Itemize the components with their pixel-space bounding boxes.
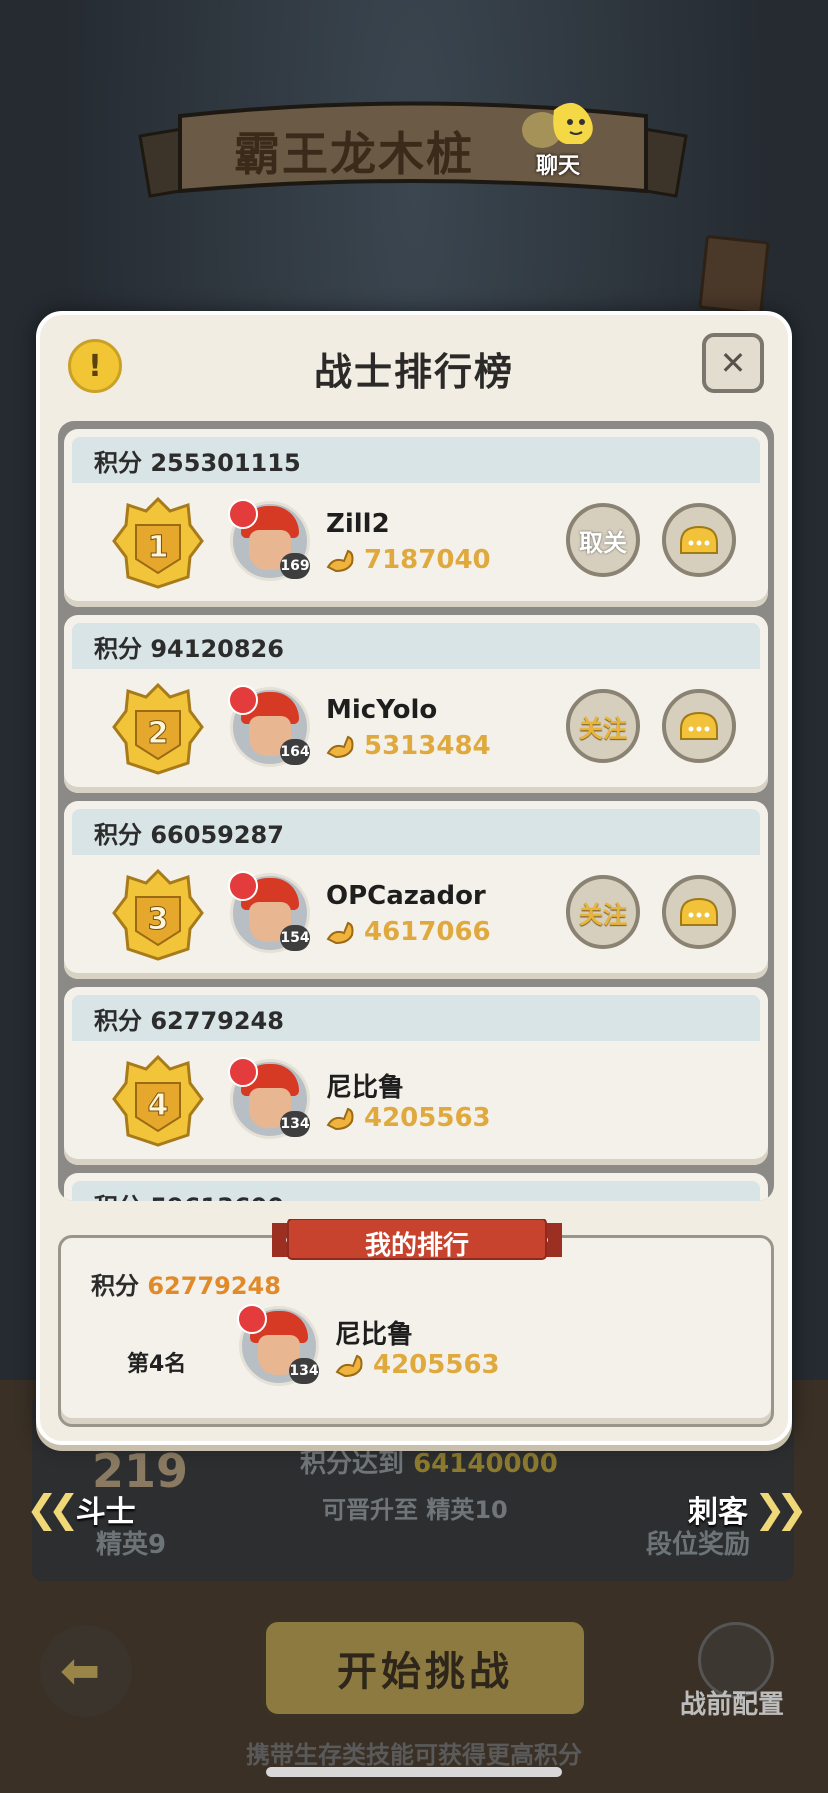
- chat-bubble-icon: [680, 525, 718, 554]
- clan-badge-icon: [228, 871, 258, 901]
- rank-medal-icon: 2: [112, 682, 204, 775]
- clan-badge-icon: [228, 685, 258, 715]
- flexed-arm-icon: [326, 921, 354, 945]
- power-row: 5313484: [326, 731, 491, 761]
- score-label: 积分: [94, 1007, 142, 1035]
- clan-badge-icon: [228, 1057, 258, 1087]
- prev-class-label: 斗士: [75, 1495, 136, 1530]
- promotion-target: 可晋升至 精英10: [322, 1496, 508, 1524]
- double-chevron-right-icon: ❯❯: [754, 1487, 808, 1531]
- notice-sign[interactable]: [698, 234, 770, 316]
- chat-bubble-button[interactable]: [662, 875, 736, 949]
- chat-bubble-button[interactable]: [662, 503, 736, 577]
- rank-medal-icon: 3: [112, 868, 204, 961]
- flexed-arm-icon: [326, 549, 354, 573]
- list-item: 积分 59613600: [64, 1173, 768, 1201]
- close-icon: ✕: [719, 344, 747, 382]
- flexed-arm-icon: [326, 735, 354, 759]
- list-item: 积分 255301115 1 169 Zill2 7187040 取关: [64, 429, 768, 607]
- player-level: 169: [280, 553, 310, 579]
- panel-title: 战士排行榜: [313, 350, 514, 394]
- rank-number: 1: [148, 530, 169, 565]
- score-value: 62779248: [150, 1007, 284, 1035]
- score-label: 积分: [91, 1272, 139, 1300]
- score-label: 积分: [94, 635, 142, 663]
- my-score-value: 62779248: [147, 1272, 281, 1300]
- my-rank-ribbon: 我的排行: [272, 1219, 562, 1261]
- my-rank-heading: 我的排行: [364, 1231, 469, 1261]
- start-challenge-button[interactable]: 开始挑战: [262, 1618, 588, 1718]
- rank-number: 4: [148, 1088, 169, 1123]
- pre-battle-config-button[interactable]: 战前配置: [680, 1622, 784, 1722]
- home-indicator[interactable]: [266, 1767, 562, 1777]
- power-value: 5313484: [364, 731, 491, 761]
- list-item: 积分 66059287 3 154 OPCazador 4617066 关注: [64, 801, 768, 979]
- promotion-requirement: 积分达到 64140000: [300, 1443, 558, 1480]
- player-level: 154: [280, 925, 310, 951]
- power-value: 4205563: [373, 1350, 500, 1380]
- power-value: 4617066: [364, 917, 491, 947]
- flexed-arm-icon: [335, 1354, 363, 1378]
- rank-number: 2: [148, 716, 169, 751]
- follow-button[interactable]: 关注: [566, 875, 640, 949]
- next-class-button[interactable]: 刺客 ❯❯: [688, 1487, 808, 1531]
- next-class-label: 刺客: [688, 1495, 748, 1530]
- score-value: 94120826: [150, 635, 284, 663]
- power-row: 4205563: [326, 1103, 491, 1133]
- my-rank-card: 积分 62779248 第4名 134 尼比鲁 4205563: [58, 1235, 774, 1427]
- entry-score: 积分 66059287: [94, 815, 284, 850]
- power-value: 7187040: [364, 545, 491, 575]
- unfollow-button[interactable]: 取关: [566, 503, 640, 577]
- score-value: 66059287: [150, 821, 284, 849]
- arrow-left-icon: ⬅: [60, 1643, 101, 1699]
- score-value: 255301115: [150, 449, 301, 477]
- rank-medal-icon: 1: [112, 496, 204, 589]
- score-label: 积分: [94, 821, 142, 849]
- score-label: 积分: [94, 449, 142, 477]
- back-button[interactable]: ⬅: [40, 1625, 132, 1717]
- leaderboard-panel: ! 战士排行榜 ✕ 积分 255301115 1 169 Zill2 71870…: [36, 311, 792, 1445]
- rank-number: 3: [148, 902, 169, 937]
- my-score: 积分 62779248: [91, 1266, 281, 1301]
- entry-score: 积分 59613600: [94, 1187, 284, 1201]
- clan-badge-icon: [237, 1304, 267, 1334]
- chat-button[interactable]: 聊天: [522, 100, 612, 179]
- double-chevron-left-icon: ❮❮: [26, 1487, 80, 1531]
- flexed-arm-icon: [326, 1107, 354, 1131]
- clan-badge-icon: [228, 499, 258, 529]
- prev-class-button[interactable]: ❮❮ 斗士: [26, 1487, 136, 1531]
- rank-medal-icon: 4: [112, 1054, 204, 1147]
- config-label: 战前配置: [680, 1690, 785, 1720]
- promotion-prefix: 积分达到: [300, 1449, 405, 1479]
- power-row: 4205563: [335, 1350, 500, 1380]
- power-row: 4617066: [326, 917, 491, 947]
- list-item: 积分 62779248 4 134 尼比鲁 4205563: [64, 987, 768, 1165]
- power-value: 4205563: [364, 1103, 491, 1133]
- follow-button[interactable]: 关注: [566, 689, 640, 763]
- leaderboard-list[interactable]: 积分 255301115 1 169 Zill2 7187040 取关 积分 9…: [58, 421, 774, 1201]
- player-name: OPCazador: [326, 881, 486, 911]
- player-level: 134: [289, 1358, 319, 1384]
- my-rank-position: 第4名: [127, 1352, 187, 1377]
- chat-label: 聊天: [536, 154, 581, 179]
- entry-score: 积分 62779248: [94, 1001, 284, 1036]
- entry-score: 积分 94120826: [94, 629, 284, 664]
- player-level: 164: [280, 739, 310, 765]
- list-item: 积分 94120826 2 164 MicYolo 5313484 关注: [64, 615, 768, 793]
- hint-text: 携带生存类技能可获得更高积分: [246, 1741, 582, 1769]
- player-level: 134: [280, 1111, 310, 1137]
- chat-bubble-icon: [680, 711, 718, 740]
- promotion-score: 64140000: [413, 1449, 558, 1479]
- entry-score: 积分 255301115: [94, 443, 301, 478]
- close-button[interactable]: ✕: [702, 333, 764, 393]
- player-name: 尼比鲁: [335, 1320, 414, 1350]
- player-name: 尼比鲁: [326, 1073, 405, 1103]
- power-row: 7187040: [326, 545, 491, 575]
- chat-bubble-button[interactable]: [662, 689, 736, 763]
- player-name: MicYolo: [326, 695, 438, 725]
- player-name: Zill2: [326, 509, 390, 539]
- chat-bubble-icon: [680, 897, 718, 926]
